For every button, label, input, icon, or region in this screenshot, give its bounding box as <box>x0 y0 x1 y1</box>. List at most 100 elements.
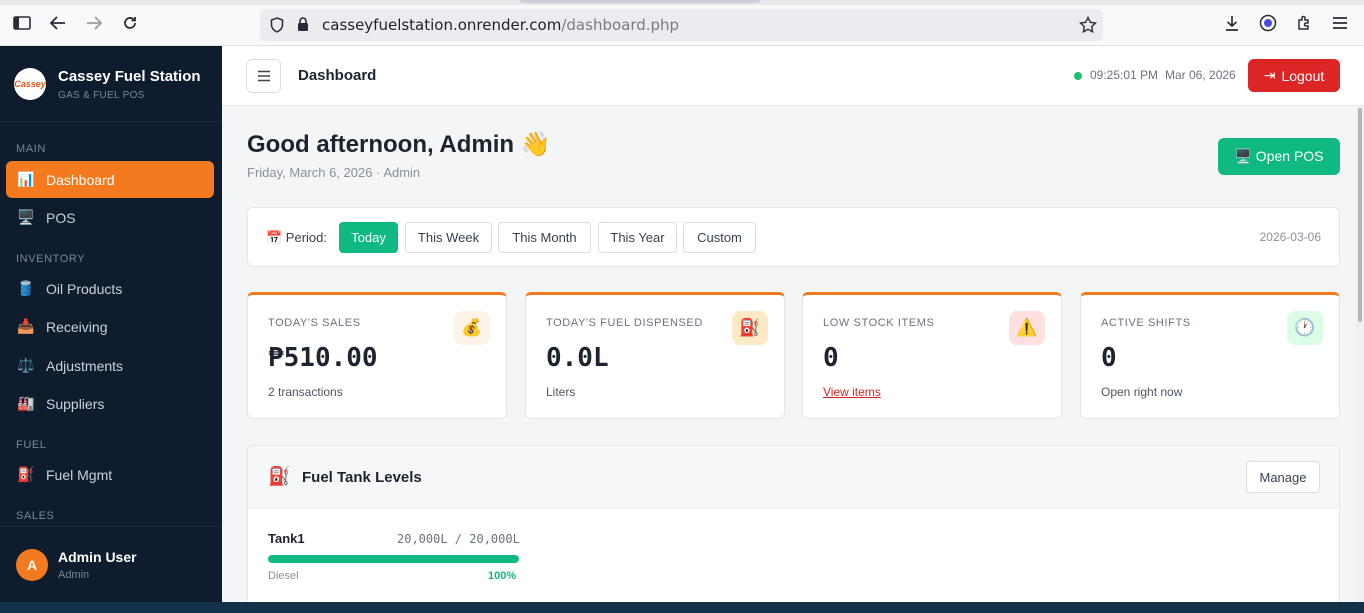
reload-icon[interactable] <box>120 13 140 33</box>
stat-value: 0 <box>823 343 839 373</box>
stat-sub: Open right now <box>1101 385 1183 399</box>
section-label-sales: SALES <box>16 510 55 522</box>
fuel-pump-icon: ⛽ <box>17 466 35 482</box>
tank-level-bar <box>268 555 519 563</box>
stat-label: LOW STOCK ITEMS <box>823 317 935 329</box>
sidebar-item-adjustments[interactable]: ⚖️ Adjustments <box>6 347 214 384</box>
panel-title: Fuel Tank Levels <box>302 469 422 486</box>
stat-card-fuel-dispensed: TODAY'S FUEL DISPENSED ⛽ 0.0L Liters <box>525 292 785 419</box>
sidebar-item-label: Suppliers <box>46 395 105 412</box>
tank-percent: 100% <box>488 570 517 582</box>
scrollbar-thumb[interactable] <box>1358 108 1362 322</box>
user-profile[interactable]: A Admin User Admin <box>0 526 222 602</box>
stat-card-low-stock: LOW STOCK ITEMS ⚠️ 0 View items <box>802 292 1062 419</box>
view-items-link[interactable]: View items <box>823 385 881 399</box>
user-role: Admin <box>58 569 90 581</box>
hamburger-icon <box>257 70 270 82</box>
stat-card-sales: TODAY'S SALES 💰 ₱510.00 2 transactions <box>247 292 507 419</box>
brand: Cassey Cassey Fuel Station GAS & FUEL PO… <box>0 46 222 122</box>
factory-icon: 🏭 <box>17 395 35 411</box>
url-path: /dashboard.php <box>561 16 680 34</box>
chart-icon: 📊 <box>17 171 35 187</box>
greeting-heading: Good afternoon, Admin 👋 <box>247 131 551 158</box>
period-label: 📅 Period: <box>266 230 327 245</box>
stat-card-active-shifts: ACTIVE SHIFTS 🕐 0 Open right now <box>1080 292 1340 419</box>
fuel-pump-icon: ⛽ <box>732 311 768 345</box>
sidebar-item-label: Oil Products <box>46 280 123 297</box>
fuel-pump-icon: ⛽ <box>268 466 291 486</box>
sidebar-item-receiving[interactable]: 📥 Receiving <box>6 308 214 345</box>
period-filter: 📅 Period: Today This Week This Month Thi… <box>247 207 1340 267</box>
sidebar-item-fuel-mgmt[interactable]: ⛽ Fuel Mgmt <box>6 456 214 493</box>
user-name: Admin User <box>58 549 137 565</box>
page-title: Dashboard <box>298 67 377 84</box>
section-label-main: MAIN <box>16 143 46 155</box>
tank-level-fill <box>268 555 519 563</box>
section-label-inventory: INVENTORY <box>16 253 86 265</box>
brand-logo[interactable]: Cassey <box>14 68 46 100</box>
forward-icon[interactable] <box>84 13 104 33</box>
stat-value: 0.0L <box>546 343 609 373</box>
period-custom-button[interactable]: Custom <box>683 222 756 253</box>
sidebar-item-pos[interactable]: 🖥️ POS <box>6 199 214 236</box>
bookmark-star-icon[interactable] <box>1078 15 1098 38</box>
warning-icon: ⚠️ <box>1009 311 1045 345</box>
brand-name: Cassey Fuel Station <box>58 68 201 85</box>
sidebar-item-label: Receiving <box>46 318 108 335</box>
oil-barrel-icon: 🛢️ <box>17 280 35 296</box>
sidebar-item-label: Fuel Mgmt <box>46 466 113 483</box>
clock-time: 09:25:01 PM <box>1090 68 1159 82</box>
download-icon[interactable] <box>1222 13 1242 33</box>
sidebar: Cassey Cassey Fuel Station GAS & FUEL PO… <box>0 46 222 602</box>
monitor-icon: 🖥️ <box>17 209 35 225</box>
period-this-month-button[interactable]: This Month <box>498 222 591 253</box>
period-this-week-button[interactable]: This Week <box>405 222 492 253</box>
logo-text: Cassey <box>14 79 46 89</box>
stat-value: 0 <box>1101 343 1117 373</box>
active-tab-indicator[interactable] <box>520 0 760 3</box>
scales-icon: ⚖️ <box>17 357 35 373</box>
logout-button[interactable]: ⇥ Logout <box>1248 59 1340 92</box>
address-bar[interactable]: casseyfuelstation.onrender.com/dashboard… <box>260 9 1103 41</box>
header-date: Mar 06, 2026 <box>1165 68 1236 82</box>
browser-toolbar: casseyfuelstation.onrender.com/dashboard… <box>0 0 1364 46</box>
url-text[interactable]: casseyfuelstation.onrender.com/dashboard… <box>322 16 679 34</box>
logout-label: Logout <box>1281 67 1325 84</box>
manage-button[interactable]: Manage <box>1246 461 1320 493</box>
account-icon[interactable] <box>1258 13 1278 33</box>
menu-icon[interactable] <box>1330 13 1350 33</box>
money-bag-icon: 💰 <box>454 311 490 345</box>
sidebar-item-suppliers[interactable]: 🏭 Suppliers <box>6 385 214 422</box>
period-this-year-button[interactable]: This Year <box>598 222 677 253</box>
open-pos-button[interactable]: 🖥️ Open POS <box>1218 138 1340 175</box>
stat-label: TODAY'S SALES <box>268 317 361 329</box>
sidebar-item-label: POS <box>46 209 76 226</box>
top-header: Dashboard 09:25:01 PM Mar 06, 2026 ⇥ Log… <box>222 46 1364 106</box>
period-today-button[interactable]: Today <box>339 222 398 253</box>
sidebar-item-oil-products[interactable]: 🛢️ Oil Products <box>6 270 214 307</box>
inbox-tray-icon: 📥 <box>17 318 35 334</box>
logout-icon: ⇥ <box>1263 67 1276 83</box>
taskbar-edge <box>0 602 1364 613</box>
online-status-dot <box>1074 72 1082 80</box>
sidebar-item-dashboard[interactable]: 📊 Dashboard <box>6 161 214 198</box>
stat-sub: Liters <box>546 385 576 399</box>
back-icon[interactable] <box>48 13 68 33</box>
stat-value: ₱510.00 <box>268 343 378 373</box>
stat-label: TODAY'S FUEL DISPENSED <box>546 317 703 329</box>
sidebar-item-label: Adjustments <box>46 357 124 374</box>
tank-name: Tank1 <box>268 531 305 546</box>
extensions-icon[interactable] <box>1294 13 1314 33</box>
lock-icon[interactable] <box>296 16 310 36</box>
page-scrollbar[interactable] <box>1356 106 1364 602</box>
brand-tagline: GAS & FUEL POS <box>58 90 145 101</box>
panel-header: ⛽ Fuel Tank Levels Manage <box>248 446 1339 509</box>
section-label-fuel: FUEL <box>16 439 47 451</box>
shield-icon[interactable] <box>270 17 284 37</box>
greeting-subtitle: Friday, March 6, 2026 · Admin <box>247 165 421 180</box>
url-host: casseyfuelstation.onrender.com <box>322 16 562 34</box>
hamburger-menu-button[interactable] <box>246 59 281 93</box>
fuel-tank-levels-panel: ⛽ Fuel Tank Levels Manage Tank1 20,000L … <box>247 445 1340 605</box>
stat-sub: 2 transactions <box>268 385 343 399</box>
sidebar-toggle-icon[interactable] <box>12 13 32 33</box>
